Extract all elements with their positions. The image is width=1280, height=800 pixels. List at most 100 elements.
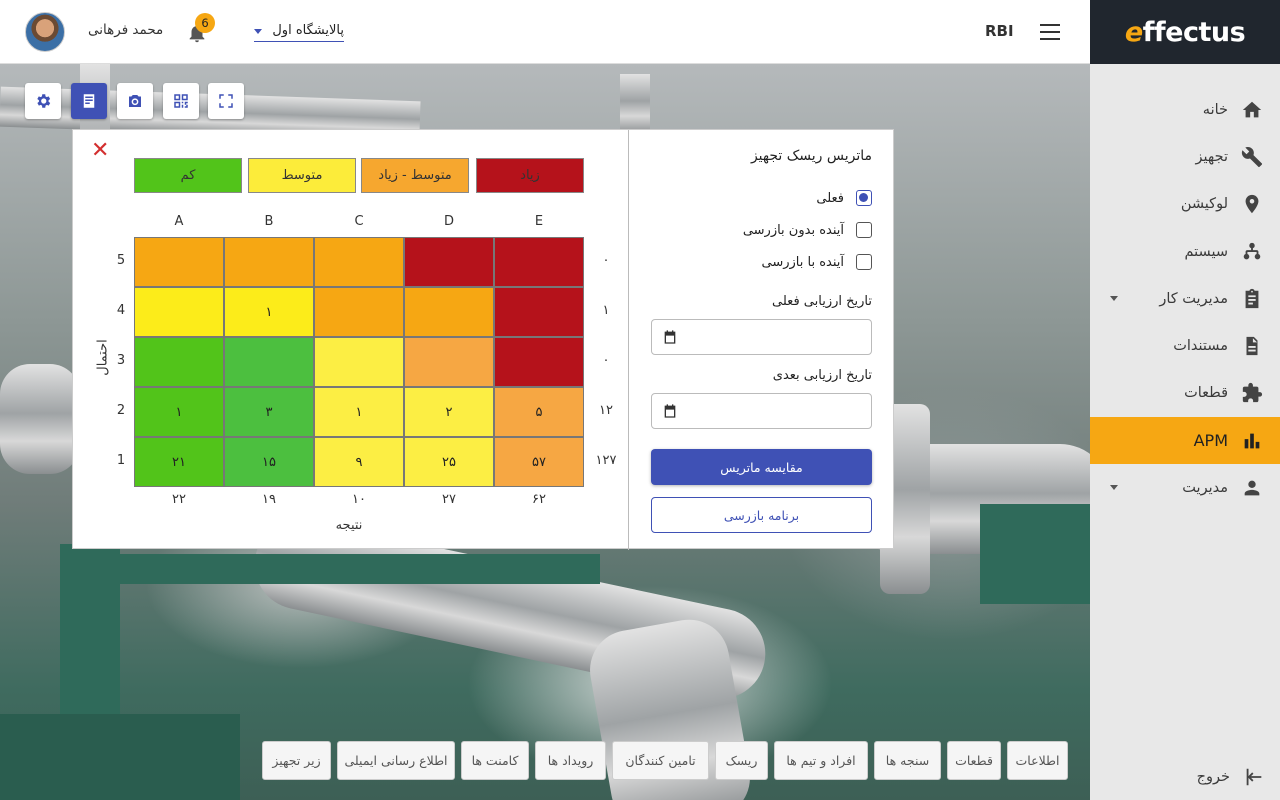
matrix-cell[interactable] [314,237,404,287]
sidebar-item-5[interactable]: مستندات [1090,322,1280,369]
matrix-cell[interactable] [404,337,494,387]
tab-6[interactable]: رویداد ها [535,741,606,780]
matrix-cell[interactable] [224,237,314,287]
column-total: ۲۷ [442,492,456,507]
sidebar-item-7[interactable]: APM [1090,417,1280,465]
menu-toggle-icon[interactable] [1040,24,1060,40]
matrix-cell[interactable] [224,337,314,387]
close-icon[interactable]: ✕ [91,140,109,162]
matrix-cell[interactable] [134,287,224,337]
tab-8[interactable]: اطلاع رسانی ایمیلی [337,741,455,780]
person-icon [1240,476,1264,500]
x-category-label: C [354,214,364,229]
sidebar-item-label: سیستم [1184,243,1229,260]
matrix-cell[interactable] [134,237,224,287]
sidebar: effectus خانه تجهیز لوکیشن سیستم مدیریت کار م… [1090,0,1280,800]
tab-9[interactable]: زیر تجهیز [262,741,331,780]
sidebar-item-0[interactable]: خانه [1090,86,1280,133]
tab-3[interactable]: افراد و تیم ها [774,741,868,780]
calendar-icon[interactable] [662,403,678,419]
top-bar: محمد فرهانی 6 پالایشگاه اول RBI [0,0,1090,64]
compare-matrix-button[interactable]: مقایسه ماتریس [651,449,872,485]
puzzle-icon [1240,381,1264,405]
settings-icon [37,94,51,108]
next-date-label: تاریخ ارزیابی بعدی [772,368,872,383]
bar-chart-icon [1240,429,1264,453]
matrix-cell[interactable] [404,237,494,287]
matrix-cell[interactable] [494,237,584,287]
matrix-cell[interactable]: ۵ [494,387,584,437]
current-date-field[interactable] [651,319,872,355]
risk-report-button[interactable] [71,83,107,119]
next-date-field[interactable] [651,393,872,429]
logout-label: خروج [1196,769,1230,785]
matrix-cell[interactable]: ۱ [134,387,224,437]
matrix-cell[interactable] [134,337,224,387]
panel-title: ماتریس ریسک تجهیز [750,148,872,164]
option-future-without-inspection-label: آینده بدون بازرسی [742,222,844,238]
matrix-cell[interactable]: ۱۵ [224,437,314,487]
site-select[interactable]: پالایشگاه اول [254,22,344,42]
row-total: ۱ [602,303,610,318]
page-code: RBI [985,22,1014,40]
tab-1[interactable]: قطعات [947,741,1001,780]
sidebar-item-4[interactable]: مدیریت کار [1090,275,1280,322]
matrix-cell[interactable]: ۲۵ [404,437,494,487]
sidebar-item-6[interactable]: قطعات [1090,370,1280,417]
matrix-cell[interactable]: ۲۱ [134,437,224,487]
calendar-icon[interactable] [662,329,678,345]
tab-7[interactable]: کامنت ها [461,741,529,780]
matrix-cell[interactable]: ۹ [314,437,404,487]
legend-medium-high: متوسط - زیاد [361,158,469,193]
option-future-without-inspection-checkbox[interactable] [856,222,872,238]
matrix-cell[interactable] [494,287,584,337]
sidebar-item-3[interactable]: سیستم [1090,228,1280,275]
fullscreen-button[interactable] [208,83,244,119]
sidebar-item-8[interactable]: مدیریت [1090,464,1280,511]
fullscreen-icon [219,94,233,108]
settings-button[interactable] [25,83,61,119]
qr-code-button[interactable] [163,83,199,119]
y-level-label: 2 [116,403,126,418]
option-future-with-inspection-checkbox[interactable] [856,254,872,270]
chevron-down-icon [1110,485,1118,491]
matrix-cell[interactable]: ۱ [314,387,404,437]
location-pin-icon [1240,192,1264,216]
tab-4[interactable]: ریسک [715,741,768,780]
sidebar-item-1[interactable]: تجهیز [1090,133,1280,180]
hierarchy-icon [1240,240,1264,264]
matrix-cell[interactable]: ۳ [224,387,314,437]
matrix-cell[interactable]: ۲ [404,387,494,437]
legend-high: زیاد [476,158,584,193]
user-name[interactable]: محمد فرهانی [88,22,163,38]
x-category-label: B [264,214,274,229]
x-axis-label: نتیجه [335,518,363,533]
matrix-cell[interactable]: ۵۷ [494,437,584,487]
logout-icon [1242,765,1266,789]
site-select-value: پالایشگاه اول [272,23,344,38]
matrix-cell[interactable]: ۱ [224,287,314,337]
inspection-plan-button[interactable]: برنامه بازرسی [651,497,872,533]
option-future-without-inspection[interactable]: آینده بدون بازرسی [743,220,872,240]
notification-count-badge: 6 [195,13,215,33]
option-current-label: فعلی [816,190,844,206]
matrix-cell[interactable] [404,287,494,337]
tab-2[interactable]: سنجه ها [874,741,941,780]
matrix-cell[interactable] [494,337,584,387]
logout-button[interactable]: خروج [1090,760,1280,794]
x-category-label: D [443,214,454,229]
sidebar-item-2[interactable]: لوکیشن [1090,181,1280,228]
option-current-checkbox[interactable] [856,190,872,206]
effectus-logo[interactable]: effectus [1090,0,1280,64]
option-future-with-inspection[interactable]: آینده با بازرسی [762,252,872,272]
matrix-cell[interactable] [314,287,404,337]
row-total: ۱۲۷ [595,453,617,468]
tab-5[interactable]: تامین کنندگان [612,741,709,780]
sidebar-item-label: مستندات [1173,338,1228,355]
user-avatar[interactable] [25,12,65,52]
matrix-cell[interactable] [314,337,404,387]
camera-button[interactable] [117,83,153,119]
option-current[interactable]: فعلی [816,188,872,208]
report-icon [83,94,95,108]
tab-0[interactable]: اطلاعات [1007,741,1068,780]
